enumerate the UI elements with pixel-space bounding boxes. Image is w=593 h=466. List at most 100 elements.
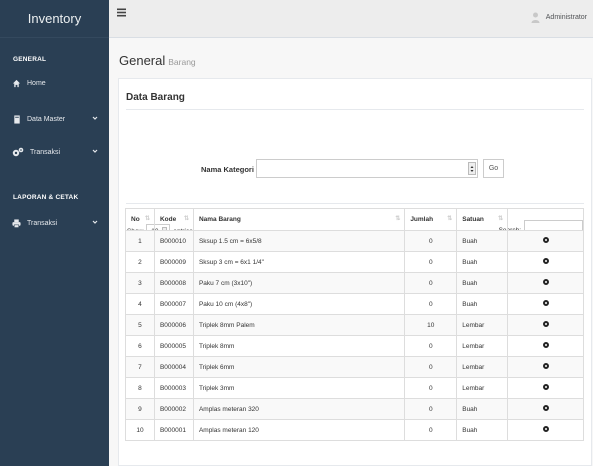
cell-kode: B000009: [153, 251, 194, 273]
page-title: General Barang: [119, 53, 196, 68]
cell-nama: Paku 10 cm (4x8"): [192, 293, 406, 315]
column-header-label: Satuan: [462, 216, 484, 223]
barang-table: No ⇅ Kode ⇅ Nama Barang ⇅ Jumlah ⇅ Satuan ⇅ 1…: [125, 208, 584, 441]
cell-nama: Amplas meteran 320: [192, 398, 406, 420]
sort-icon: ⇅: [447, 216, 453, 222]
go-button[interactable]: Go: [483, 159, 504, 178]
cell-kode: B000005: [153, 335, 194, 357]
column-header-label: Kode: [159, 216, 177, 223]
cell-kode: B000006: [153, 314, 194, 336]
cell-kode: B000010: [153, 230, 194, 252]
cell-satuan: Lembar: [456, 335, 509, 357]
table-row: 6 B000005 Triplek 8mm 0 Lembar: [125, 335, 584, 357]
cell-nama: Sksup 1.5 cm = 6x5/8: [192, 230, 406, 252]
eye-icon[interactable]: [542, 321, 549, 327]
main-content: General Barang Data Barang Nama Kategori …: [109, 38, 593, 466]
cell-nama: Triplek 6mm: [192, 356, 406, 378]
cell-no: 10: [125, 419, 155, 441]
cell-jumlah: 10: [404, 314, 458, 336]
cell-action: [507, 230, 584, 252]
cell-jumlah: 0: [404, 230, 458, 252]
cell-no: 1: [125, 230, 155, 252]
filter-label: Nama Kategori: [201, 165, 254, 174]
column-header-action: [507, 208, 584, 231]
chevron-down-icon: [92, 219, 98, 227]
cell-jumlah: 0: [404, 251, 458, 273]
column-header-jumlah[interactable]: Jumlah ⇅: [404, 208, 458, 231]
table-row: 7 B000004 Triplek 6mm 0 Lembar: [125, 356, 584, 378]
sort-icon: ⇅: [498, 216, 504, 222]
eye-icon[interactable]: [542, 405, 549, 411]
sidebar-item-transaksi[interactable]: Transaksi: [0, 145, 109, 159]
eye-icon[interactable]: [542, 237, 549, 243]
table-row: 4 B000007 Paku 10 cm (4x8") 0 Buah: [125, 293, 584, 315]
column-header-kode[interactable]: Kode ⇅: [153, 208, 194, 231]
cell-satuan: Buah: [456, 293, 509, 315]
cell-jumlah: 0: [404, 377, 458, 399]
sidebar-item-home[interactable]: Home: [0, 76, 109, 90]
cell-no: 8: [125, 377, 155, 399]
cell-nama: Sksup 3 cm = 6x1 1/4": [192, 251, 406, 273]
cell-kode: B000003: [153, 377, 194, 399]
eye-icon[interactable]: [542, 300, 549, 306]
home-icon: [12, 79, 21, 88]
sidebar-item-label: Transaksi: [27, 219, 58, 227]
sidebar-item-label: Home: [27, 79, 46, 87]
eye-icon[interactable]: [542, 279, 549, 285]
eye-icon[interactable]: [542, 384, 549, 390]
kategori-select[interactable]: [256, 159, 478, 178]
sort-icon: ⇅: [395, 216, 401, 222]
select-arrow-icon[interactable]: [468, 162, 476, 175]
cell-satuan: Buah: [456, 251, 509, 273]
eye-icon[interactable]: [542, 342, 549, 348]
cell-jumlah: 0: [404, 293, 458, 315]
cell-satuan: Buah: [456, 272, 509, 294]
cell-action: [507, 356, 584, 378]
sidebar-item-data-master[interactable]: Data Master: [0, 112, 109, 126]
cell-kode: B000001: [153, 419, 194, 441]
cell-jumlah: 0: [404, 356, 458, 378]
chevron-down-icon: [92, 148, 98, 156]
column-header-label: No: [131, 216, 140, 223]
sort-icon: ⇅: [183, 216, 189, 222]
cell-jumlah: 0: [404, 419, 458, 441]
eye-icon[interactable]: [542, 363, 549, 369]
table-row: 5 B000006 Triplek 8mm Palem 10 Lembar: [125, 314, 584, 336]
cell-nama: Amplas meteran 120: [192, 419, 406, 441]
column-header-no[interactable]: No ⇅: [125, 208, 155, 231]
divider: [126, 109, 584, 110]
cell-jumlah: 0: [404, 335, 458, 357]
book-icon: [12, 114, 21, 124]
cell-no: 4: [125, 293, 155, 315]
user-menu[interactable]: Administrator: [531, 12, 587, 23]
cell-no: 3: [125, 272, 155, 294]
table-row: 1 B000010 Sksup 1.5 cm = 6x5/8 0 Buah: [125, 230, 584, 252]
divider: [126, 203, 584, 204]
cell-action: [507, 314, 584, 336]
eye-icon[interactable]: [542, 426, 549, 432]
cell-action: [507, 335, 584, 357]
app-brand[interactable]: Inventory: [0, 0, 109, 38]
sidebar: Inventory GENERAL Home Data Master Trans…: [0, 0, 109, 466]
cell-action: [507, 377, 584, 399]
cell-nama: Paku 7 cm (3x10"): [192, 272, 406, 294]
cell-kode: B000007: [153, 293, 194, 315]
hamburger-icon[interactable]: [117, 8, 126, 17]
table-row: 8 B000003 Triplek 3mm 0 Lembar: [125, 377, 584, 399]
table-header-row: No ⇅ Kode ⇅ Nama Barang ⇅ Jumlah ⇅ Satuan ⇅: [125, 208, 584, 231]
sidebar-item-report-transaksi[interactable]: Transaksi: [0, 216, 109, 230]
cell-satuan: Lembar: [456, 377, 509, 399]
eye-icon[interactable]: [542, 258, 549, 264]
user-name: Administrator: [545, 14, 587, 21]
print-icon: [12, 218, 21, 228]
cell-satuan: Buah: [456, 398, 509, 420]
cell-no: 5: [125, 314, 155, 336]
column-header-satuan[interactable]: Satuan ⇅: [456, 208, 509, 231]
cell-satuan: Lembar: [456, 314, 509, 336]
cell-satuan: Lembar: [456, 356, 509, 378]
cell-kode: B000008: [153, 272, 194, 294]
column-header-nama[interactable]: Nama Barang ⇅: [192, 208, 406, 231]
cell-nama: Triplek 8mm Palem: [192, 314, 406, 336]
table-row: 2 B000009 Sksup 3 cm = 6x1 1/4" 0 Buah: [125, 251, 584, 273]
cell-satuan: Buah: [456, 230, 509, 252]
